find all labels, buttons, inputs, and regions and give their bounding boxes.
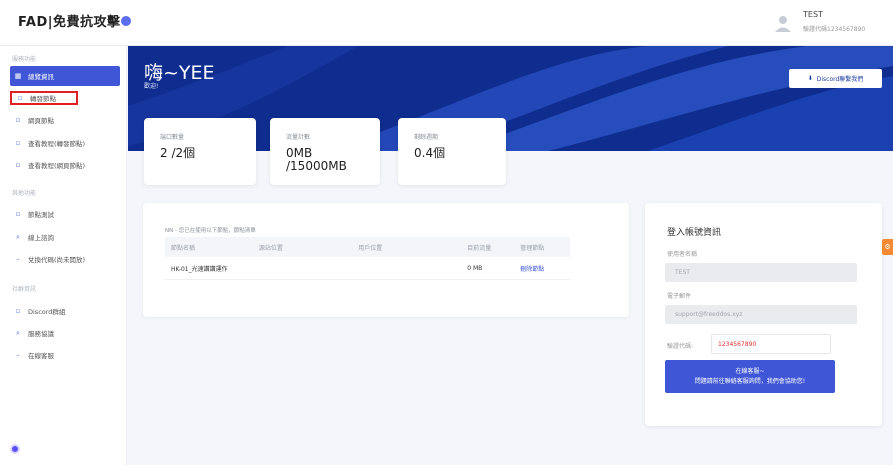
login-info-card: 登入帳號資訊 使用者名稱 TEST 電子郵件 support@freeddos.… [645,203,882,426]
sidebar-item-discord[interactable]: ▫ Discord群組 [10,304,120,318]
dash-icon: – [16,351,20,359]
stat-label: 流量計數 [286,134,311,141]
user-avatar-icon[interactable] [772,12,794,34]
login-info-title: 登入帳號資訊 [667,228,722,238]
sidebar-item-label: 節點測試 [28,211,54,219]
table-header-row: 節點名稱 源站位置 用戶位置 目前流量 管理節點 [165,237,570,257]
sidebar-section-title: 其他功能 [12,190,37,197]
sidebar-item-label: 兌換代碼(尚未開放) [28,256,86,264]
search-icon: ⌕ [16,232,20,241]
menu-toggle-icon[interactable] [121,16,131,26]
sidebar-item-terms[interactable]: ⌕ 服務協議 [10,326,120,340]
discord-icon: ⬇ [807,75,813,82]
stat-card-traffic: 流量計數 0MB /15000MB [270,118,380,185]
traffic-cell: 0 MB [461,257,515,280]
sidebar-item-redeem-code[interactable]: – 兌換代碼(尚未開放) [10,252,120,266]
sidebar-item-overview[interactable]: ▦ 總覽資訊 [10,66,120,86]
column-header: 目前流量 [461,237,515,257]
table-row: HK-01_光速讚讚運作 0 MB 刪除節點 [165,257,570,280]
sidebar-item-forward-nodes[interactable]: ▫ 轉發節點 [10,91,78,105]
app-logo[interactable]: FAD|免費抗攻擊 [18,11,121,30]
sidebar-item-web-nodes[interactable]: ▫ 網頁節點 [10,113,120,127]
column-header: 用戶位置 [352,237,462,257]
doc-icon: ▫ [15,210,21,218]
support-button-line1: 在線客服~ [735,367,765,375]
sidebar-item-label: 線上諮詢 [28,234,54,242]
user-verify-code: 驗證代碼1234567890 [803,26,866,33]
sidebar-item-label: Discord群組 [28,308,66,316]
source-location-cell [252,257,353,280]
verify-code-field[interactable]: 1234567890 [711,334,831,354]
column-header: 源站位置 [252,237,353,257]
support-button[interactable]: 在線客服~ 問題請前往聯絡客服詢問，我們會協助您! [665,360,835,393]
doc-icon: ▫ [15,139,21,147]
email-label: 電子郵件 [667,293,692,300]
delete-node-link[interactable]: 刪除節點 [514,257,570,280]
doc-icon: ▫ [15,307,21,315]
doc-icon: ▫ [15,161,21,169]
sidebar-item-node-test[interactable]: ▫ 節點測試 [10,207,120,221]
column-header: 管理節點 [514,237,570,257]
grid-icon: ▦ [14,72,22,80]
verify-code-label: 驗證代碼: [667,343,694,350]
settings-side-tab-icon[interactable]: ⚙ [882,239,893,255]
stat-value: 2 /2個 [160,146,196,160]
sidebar-item-online-consult[interactable]: ⌕ 線上諮詢 [10,230,120,244]
search-icon: ⌕ [16,328,20,337]
settings-fab-icon[interactable] [10,444,20,454]
username-field: TEST [665,263,857,282]
node-name-cell: HK-01_光速讚讚運作 [165,257,253,280]
nodes-note: NN - 您已在使用以下節點，節點清單 [165,228,256,234]
discord-button-label: Discord聯繫我們 [816,76,864,83]
sidebar-item-label: 查看教程(網頁節點) [28,162,86,170]
nodes-panel: NN - 您已在使用以下節點，節點清單 節點名稱 源站位置 用戶位置 目前流量 … [143,203,629,317]
sidebar-item-support[interactable]: – 在線客服 [10,348,120,362]
stat-value: 0.4個 [414,146,446,160]
sidebar-item-label: 總覽資訊 [28,73,54,81]
sidebar-item-tutorial-web[interactable]: ▫ 查看教程(網頁節點) [10,158,120,172]
sidebar-item-label: 轉發節點 [30,95,56,103]
discord-contact-button[interactable]: ⬇ Discord聯繫我們 [789,69,882,88]
stat-card-ports: 端口數量 2 /2個 [144,118,256,185]
sidebar: 服務功能 ▦ 總覽資訊 ▫ 轉發節點 ▫ 網頁節點 ▫ 查看教程(轉發節點) ▫… [0,46,127,465]
stat-label: 剩餘週期 [414,134,439,141]
user-location-cell [352,257,462,280]
stat-card-cycles: 剩餘週期 0.4個 [398,118,506,185]
doc-icon: ▫ [15,116,21,124]
stat-label: 端口數量 [160,134,185,141]
sidebar-item-label: 網頁節點 [28,117,54,125]
doc-icon: ▫ [17,94,23,102]
top-bar: FAD|免費抗攻擊 TEST 驗證代碼1234567890 [0,0,893,46]
sidebar-section-title: 服務功能 [12,56,37,63]
sidebar-item-label: 服務協議 [28,330,54,338]
nodes-table: 節點名稱 源站位置 用戶位置 目前流量 管理節點 HK-01_光速讚讚運作 0 … [165,237,570,280]
greeting-subtitle: 歡迎! [144,83,159,90]
stat-value: 0MB /15000MB [286,146,347,173]
column-header: 節點名稱 [165,237,253,257]
support-button-line2: 問題請前往聯絡客服詢問，我們會協助您! [694,377,806,385]
username-label: 使用者名稱 [667,251,698,258]
sidebar-item-label: 查看教程(轉發節點) [28,140,86,148]
email-field: support@freeddos.xyz [665,305,857,324]
sidebar-item-label: 在線客服 [28,352,54,360]
dash-icon: – [16,255,20,263]
sidebar-section-title: 社群資訊 [12,286,37,293]
user-name: TEST [803,10,823,19]
sidebar-item-tutorial-forward[interactable]: ▫ 查看教程(轉發節點) [10,136,120,150]
